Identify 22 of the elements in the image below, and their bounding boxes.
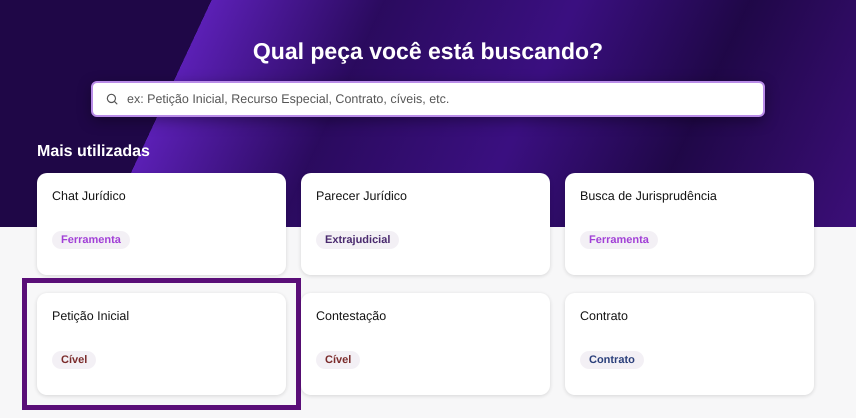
template-card[interactable]: Parecer Jurídico Extrajudicial [301, 173, 550, 275]
search-field[interactable]: ex: Petição Inicial, Recurso Especial, Contrato, cíveis, etc. [91, 81, 765, 117]
template-card[interactable]: Contestação Cível [301, 293, 550, 395]
template-card[interactable]: Chat Jurídico Ferramenta [37, 173, 286, 275]
category-tag: Extrajudicial [316, 231, 400, 249]
template-card[interactable]: Busca de Jurisprudência Ferramenta [565, 173, 814, 275]
section-title: Mais utilizadas [37, 143, 151, 161]
card-title: Parecer Jurídico [316, 189, 408, 203]
card-title: Contrato [580, 309, 628, 323]
card-title: Contestação [316, 309, 386, 323]
category-tag: Cível [316, 351, 360, 369]
category-tag: Cível [52, 351, 96, 369]
category-tag: Ferramenta [580, 231, 658, 249]
card-title: Busca de Jurisprudência [580, 189, 717, 203]
category-tag: Contrato [580, 351, 644, 369]
template-card[interactable]: Contrato Contrato [565, 293, 814, 395]
page-title: Qual peça você está buscando? [252, 38, 604, 65]
card-title: Chat Jurídico [52, 189, 126, 203]
search-icon [105, 92, 119, 106]
card-title: Petição Inicial [52, 309, 130, 323]
template-card[interactable]: Petição Inicial Cível [37, 293, 286, 395]
category-tag: Ferramenta [52, 231, 130, 249]
